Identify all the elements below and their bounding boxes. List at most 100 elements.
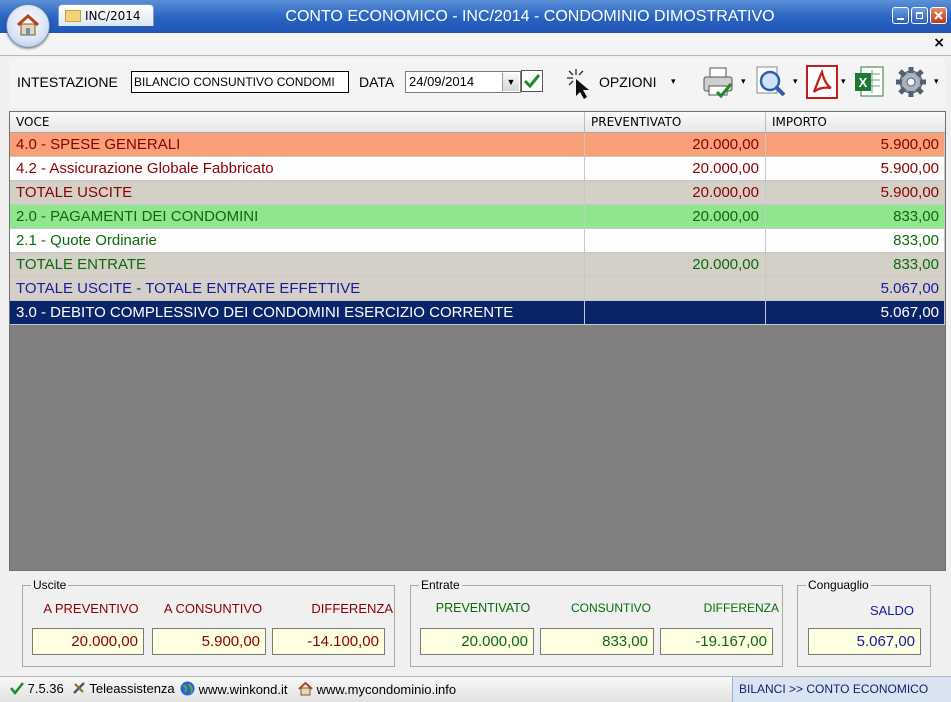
cell-voce: 3.0 - DEBITO COMPLESSIVO DEI CONDOMINI E…: [10, 301, 585, 325]
status-bar: 7.5.36 Teleassistenza www.winkond.it www…: [0, 676, 951, 702]
print-caret-icon[interactable]: ▾: [741, 77, 746, 87]
cell-importo: 833,00: [766, 253, 945, 277]
uscite-title: Uscite: [31, 578, 69, 592]
teleassistenza-label: Teleassistenza: [89, 681, 175, 696]
opzioni-caret-icon[interactable]: ▾: [671, 77, 676, 87]
mycondominio-link[interactable]: www.mycondominio.info: [298, 681, 456, 697]
cell-preventivato: 20.000,00: [585, 157, 766, 181]
uscite-differenza-field[interactable]: -14.100,00: [272, 628, 385, 655]
saldo-label: SALDO: [869, 603, 915, 618]
entrate-consuntivo-field[interactable]: 833,00: [540, 628, 654, 655]
table-row[interactable]: 2.1 - Quote Ordinarie 833,00: [10, 229, 945, 253]
uscite-panel: Uscite A PREVENTIVO A CONSUNTIVO DIFFERE…: [22, 578, 395, 667]
table-row[interactable]: 4.0 - SPESE GENERALI 20.000,00 5.900,00: [10, 133, 945, 157]
settings-caret-icon[interactable]: ▾: [934, 77, 939, 87]
preview-caret-icon[interactable]: ▾: [793, 77, 798, 87]
close-document-button[interactable]: ×: [933, 35, 945, 51]
excel-icon[interactable]: X: [853, 64, 885, 100]
maximize-button[interactable]: [911, 7, 928, 24]
cell-voce: 2.1 - Quote Ordinarie: [10, 229, 585, 253]
checkmark-icon: [10, 682, 24, 696]
data-value: 24/09/2014: [409, 74, 475, 89]
cell-preventivato: 20.000,00: [585, 253, 766, 277]
table-row[interactable]: 4.2 - Assicurazione Globale Fabbricato 20…: [10, 157, 945, 181]
toolbar: INTESTAZIONE BILANCIO CONSUNTIVO CONDOMI…: [9, 58, 945, 108]
home-icon: [298, 681, 313, 696]
entrate-title: Entrate: [419, 578, 462, 592]
entrate-differenza-field[interactable]: -19.167,00: [660, 628, 773, 655]
minimize-button[interactable]: [892, 7, 909, 24]
data-datepicker[interactable]: 24/09/2014 ▼: [405, 71, 521, 93]
data-label: DATA: [359, 74, 395, 90]
cell-preventivato: 20.000,00: [585, 181, 766, 205]
cell-importo: 5.067,00: [766, 277, 945, 301]
conguaglio-title: Conguaglio: [806, 578, 871, 592]
breadcrumb: BILANCI >> CONTO ECONOMICO: [732, 677, 951, 702]
cell-voce: TOTALE USCITE - TOTALE ENTRATE EFFETTIVE: [10, 277, 585, 301]
entrate-consuntivo-label: CONSUNTIVO: [570, 601, 651, 615]
cell-voce: TOTALE USCITE: [10, 181, 585, 205]
mycondominio-label: www.mycondominio.info: [316, 682, 457, 697]
document-tab-label: INC/2014: [85, 9, 141, 23]
close-icon: [934, 11, 943, 20]
cell-preventivato: [585, 277, 766, 301]
tools-icon: [73, 682, 85, 694]
table-row[interactable]: TOTALE USCITE - TOTALE ENTRATE EFFETTIVE…: [10, 277, 945, 301]
uscite-preventivo-field[interactable]: 20.000,00: [32, 628, 144, 655]
cell-importo: 833,00: [766, 205, 945, 229]
folder-icon: [65, 9, 81, 22]
pdf-caret-icon[interactable]: ▾: [841, 77, 846, 87]
home-button[interactable]: [6, 4, 50, 48]
confirm-button[interactable]: [521, 70, 543, 92]
column-header-importo[interactable]: IMPORTO: [766, 112, 945, 132]
column-header-voce[interactable]: VOCE: [10, 112, 585, 132]
chevron-down-icon[interactable]: ▼: [502, 73, 519, 91]
cell-importo: 5.067,00: [766, 301, 945, 325]
home-icon: [16, 13, 40, 36]
cell-voce: 4.0 - SPESE GENERALI: [10, 133, 585, 157]
intestazione-label: INTESTAZIONE: [17, 74, 118, 90]
gear-icon[interactable]: [893, 64, 929, 100]
globe-icon: [180, 681, 195, 696]
svg-text:X: X: [859, 75, 868, 90]
title-bar: INC/2014 CONTO ECONOMICO - INC/2014 - CO…: [0, 0, 951, 33]
entrate-preventivato-field[interactable]: 20.000,00: [420, 628, 534, 655]
document-tab[interactable]: INC/2014: [58, 4, 154, 26]
wand-icon[interactable]: [562, 66, 596, 100]
table-row[interactable]: 2.0 - PAGAMENTI DEI CONDOMINI 20.000,00 83…: [10, 205, 945, 229]
table-row[interactable]: 3.0 - DEBITO COMPLESSIVO DEI CONDOMINI E…: [10, 301, 945, 325]
version-item: 7.5.36: [10, 681, 64, 696]
intestazione-input[interactable]: BILANCIO CONSUNTIVO CONDOMI: [131, 71, 349, 93]
uscite-preventivo-label: A PREVENTIVO: [43, 601, 139, 616]
checkmark-icon: [523, 74, 541, 89]
cell-preventivato: [585, 301, 766, 325]
column-header-preventivato[interactable]: PREVENTIVATO: [585, 112, 766, 132]
entrate-panel: Entrate PREVENTIVATO CONSUNTIVO DIFFEREN…: [410, 578, 783, 667]
uscite-consuntivo-label: A CONSUNTIVO: [163, 601, 263, 616]
table-row[interactable]: TOTALE USCITE 20.000,00 5.900,00: [10, 181, 945, 205]
opzioni-menu[interactable]: OPZIONI: [599, 74, 657, 90]
table-row[interactable]: TOTALE ENTRATE 20.000,00 833,00: [10, 253, 945, 277]
cell-voce: TOTALE ENTRATE: [10, 253, 585, 277]
magnifier-icon[interactable]: [753, 64, 789, 100]
winkond-link[interactable]: www.winkond.it: [180, 681, 288, 697]
cell-importo: 5.900,00: [766, 157, 945, 181]
winkond-label: www.winkond.it: [198, 682, 288, 697]
teleassistenza-link[interactable]: Teleassistenza: [72, 681, 175, 696]
cell-importo: 833,00: [766, 229, 945, 253]
uscite-consuntivo-field[interactable]: 5.900,00: [152, 628, 266, 655]
cell-preventivato: [585, 229, 766, 253]
cell-preventivato: 20.000,00: [585, 205, 766, 229]
version-label: 7.5.36: [27, 681, 64, 696]
entrate-differenza-label: DIFFERENZA: [703, 601, 779, 615]
printer-icon[interactable]: [701, 64, 737, 100]
uscite-differenza-label: DIFFERENZA: [311, 601, 393, 616]
cell-importo: 5.900,00: [766, 133, 945, 157]
entrate-preventivato-label: PREVENTIVATO: [435, 601, 531, 615]
saldo-field[interactable]: 5.067,00: [808, 628, 921, 655]
close-window-button[interactable]: [930, 7, 947, 24]
cell-importo: 5.900,00: [766, 181, 945, 205]
conto-economico-grid: VOCE PREVENTIVATO IMPORTO 4.0 - SPESE GE…: [9, 111, 946, 571]
pdf-icon[interactable]: [805, 64, 839, 100]
cell-voce: 4.2 - Assicurazione Globale Fabbricato: [10, 157, 585, 181]
